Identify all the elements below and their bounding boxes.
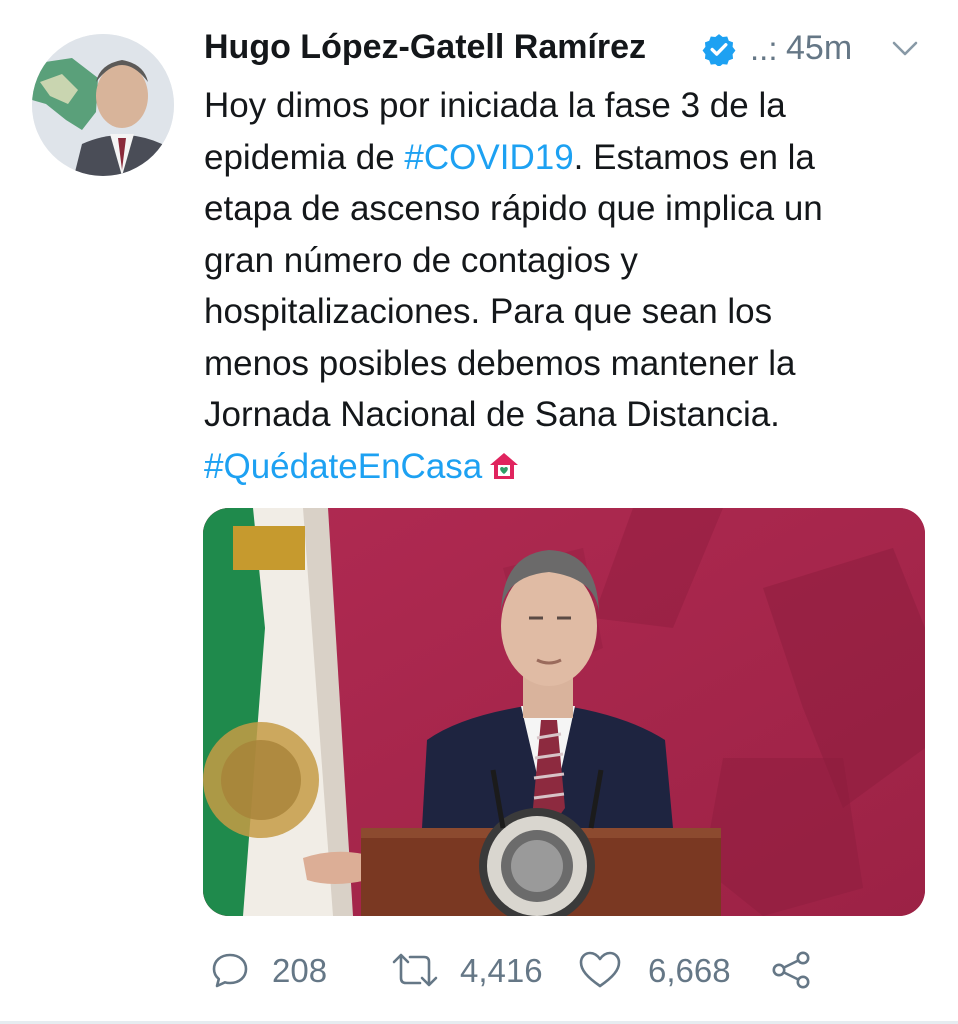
tweet-text-line: epidemia de #COVID19. Estamos en la: [204, 132, 934, 184]
heart-icon: [579, 951, 621, 988]
retweet-button[interactable]: 4,416: [390, 940, 560, 1002]
author-handle[interactable]: ..:: [750, 30, 778, 68]
tweet-text-segment: . Estamos en la: [573, 137, 815, 177]
tweet: Hugo López-Gatell Ramírez ..: 45m Hoy di…: [0, 0, 958, 1024]
tweet-text-line: menos posibles debemos mantener la: [204, 343, 796, 383]
hashtag-covid19[interactable]: #COVID19: [404, 138, 573, 177]
tweet-text-line: Hoy dimos por iniciada la fase 3 de la: [204, 86, 786, 125]
tweet-time[interactable]: 45m: [786, 29, 852, 68]
tweet-text-line: Jornada Nacional de Sana Distancia.: [204, 395, 780, 434]
share-icon: [772, 951, 810, 989]
retweet-icon: [392, 953, 438, 987]
tweet-text-line: gran número de contagios y: [204, 240, 638, 280]
reply-button[interactable]: 208: [204, 940, 344, 1002]
tweet-photo[interactable]: [203, 508, 925, 916]
tweet-text: Hoy dimos por iniciada la fase 3 de la e…: [204, 80, 934, 492]
tweet-text-segment: epidemia de: [204, 137, 405, 177]
hashtag-quedateencasa[interactable]: #QuédateEnCasa: [204, 447, 482, 486]
reply-icon: [212, 953, 248, 988]
chevron-down-icon[interactable]: [890, 38, 920, 60]
verified-badge-icon: [702, 34, 736, 66]
share-button[interactable]: [766, 940, 826, 1002]
avatar[interactable]: [32, 34, 174, 176]
tweet-text-line: #QuédateEnCasa: [204, 441, 934, 493]
tweet-actions: 208 4,416 6,668: [204, 940, 934, 1002]
retweet-count: 4,416: [460, 952, 543, 989]
tweet-text-line: hospitalizaciones. Para que sean los: [204, 292, 773, 331]
like-count: 6,668: [648, 952, 731, 989]
tweet-header: Hugo López-Gatell Ramírez ..: 45m: [204, 26, 934, 74]
reply-count: 208: [272, 952, 328, 989]
tweet-text-line: etapa de ascenso rápido que implica un: [204, 189, 823, 228]
author-name[interactable]: Hugo López-Gatell Ramírez: [204, 28, 646, 67]
like-button[interactable]: 6,668: [578, 940, 748, 1002]
house-with-heart-icon: [490, 452, 519, 479]
